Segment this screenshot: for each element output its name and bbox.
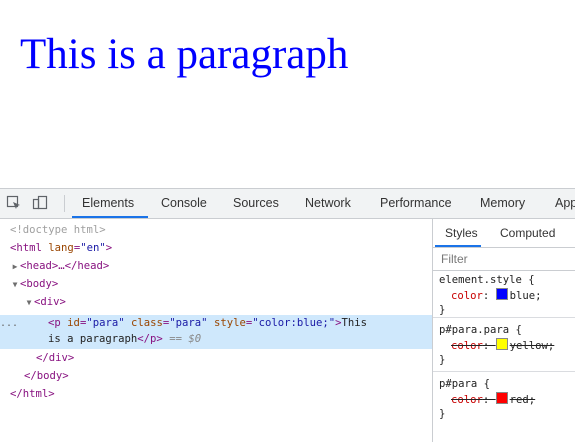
toolbar-separator [64, 195, 65, 212]
tree-line-p-selected[interactable]: <p id="para" class="para" style="color:b… [0, 315, 480, 331]
tree-line-html-close[interactable]: </html> [0, 385, 442, 403]
rule-declaration-overridden[interactable]: color: yellow; [439, 338, 575, 353]
styles-pane: Styles Computed Filter element.style { c… [432, 219, 575, 442]
div-close-tag: </div> [36, 352, 75, 364]
collapse-arrow-icon[interactable]: ▼ [24, 294, 34, 312]
rule-close-brace: } [439, 304, 446, 316]
color-swatch-icon[interactable] [495, 338, 508, 350]
tab-network[interactable]: Network [305, 189, 351, 218]
div-open-tag: <div> [34, 296, 66, 308]
rule-declaration-overridden[interactable]: color: red; [439, 392, 575, 407]
selected-node-marker: == $0 [169, 333, 202, 345]
html-close-tag: </html> [10, 388, 55, 400]
head-collapsed-text: <head>…</head> [20, 260, 110, 272]
p-tag-name: p [54, 317, 61, 329]
p-text-content-2: is a paragraph [48, 333, 138, 345]
property-value: red; [509, 394, 536, 406]
tree-line-body[interactable]: ▼ <body> [0, 275, 442, 293]
color-swatch-icon[interactable] [495, 392, 508, 404]
active-tab-indicator [72, 216, 148, 218]
tree-line-div[interactable]: ▼ <div> [0, 293, 456, 311]
rule-selector: p#para.para { [439, 324, 522, 336]
p-style-value: "color:blue;" [252, 317, 336, 329]
tab-console[interactable]: Console [161, 189, 207, 218]
tree-line-html[interactable]: <html lang="en"> [0, 239, 442, 257]
expand-arrow-icon[interactable]: ▶ [10, 258, 20, 276]
tree-line-body-close[interactable]: </body> [0, 367, 456, 385]
tab-elements[interactable]: Elements [82, 189, 134, 218]
tab-performance[interactable]: Performance [380, 189, 452, 218]
styles-filter-input[interactable]: Filter [433, 247, 575, 271]
tab-styles[interactable]: Styles [445, 219, 478, 247]
property-name: color [451, 394, 483, 406]
property-name: color [451, 290, 483, 302]
color-swatch-icon[interactable] [495, 288, 508, 300]
tab-application[interactable]: App [555, 189, 575, 218]
body-close-tag: </body> [24, 370, 69, 382]
collapse-arrow-icon[interactable]: ▼ [10, 276, 20, 294]
devtools-toolbar: Elements Console Sources Network Perform… [0, 189, 575, 219]
style-rule-element-style[interactable]: element.style { color: blue; } [433, 273, 575, 318]
p-id-value: "para" [86, 317, 125, 329]
style-rule-p-para-class[interactable]: p#para.para { color: yellow; } [433, 321, 575, 372]
tree-line-p-continued[interactable]: is a paragraph</p> == $0 [0, 331, 480, 347]
inspect-element-icon[interactable] [6, 195, 22, 211]
rule-declaration[interactable]: color: blue; [439, 288, 575, 303]
html-lang-attr: lang [48, 242, 74, 254]
tree-line-head[interactable]: ▶ <head>…</head> [0, 257, 442, 275]
html-lang-value: "en" [80, 242, 106, 254]
rule-selector: element.style { [439, 274, 535, 286]
rule-close-brace: } [439, 354, 446, 366]
p-id-attr: id [67, 317, 80, 329]
tab-sources[interactable]: Sources [233, 189, 279, 218]
styles-tabbar: Styles Computed [433, 219, 575, 248]
p-style-attr: style [213, 317, 246, 329]
property-value: yellow; [509, 340, 555, 352]
style-rule-p-para-id[interactable]: p#para { color: red; } [433, 375, 575, 427]
p-text-content-1: This [341, 317, 368, 329]
devtools-panel: Elements Console Sources Network Perform… [0, 188, 575, 442]
property-name: color [451, 340, 483, 352]
property-value: blue; [509, 290, 542, 302]
rule-close-brace: } [439, 408, 446, 420]
device-toolbar-icon[interactable] [32, 195, 48, 211]
p-class-value: "para" [169, 317, 208, 329]
doctype-text: <!doctype html> [10, 224, 106, 236]
elements-tree: ... <!doctype html> <html lang="en"> ▶ <h… [0, 219, 432, 442]
p-close-tag: </p> [137, 333, 163, 345]
page-viewport: This is a paragraph [0, 0, 575, 188]
tree-line-div-close[interactable]: </div> [0, 349, 468, 367]
body-open-tag: <body> [20, 278, 59, 290]
paragraph: This is a paragraph [20, 31, 349, 78]
html-tag-name: html [16, 242, 42, 254]
rule-selector: p#para { [439, 378, 491, 390]
tab-computed[interactable]: Computed [500, 219, 555, 247]
p-class-attr: class [131, 317, 163, 329]
tree-line-doctype[interactable]: <!doctype html> [0, 221, 442, 239]
tab-memory[interactable]: Memory [480, 189, 525, 218]
